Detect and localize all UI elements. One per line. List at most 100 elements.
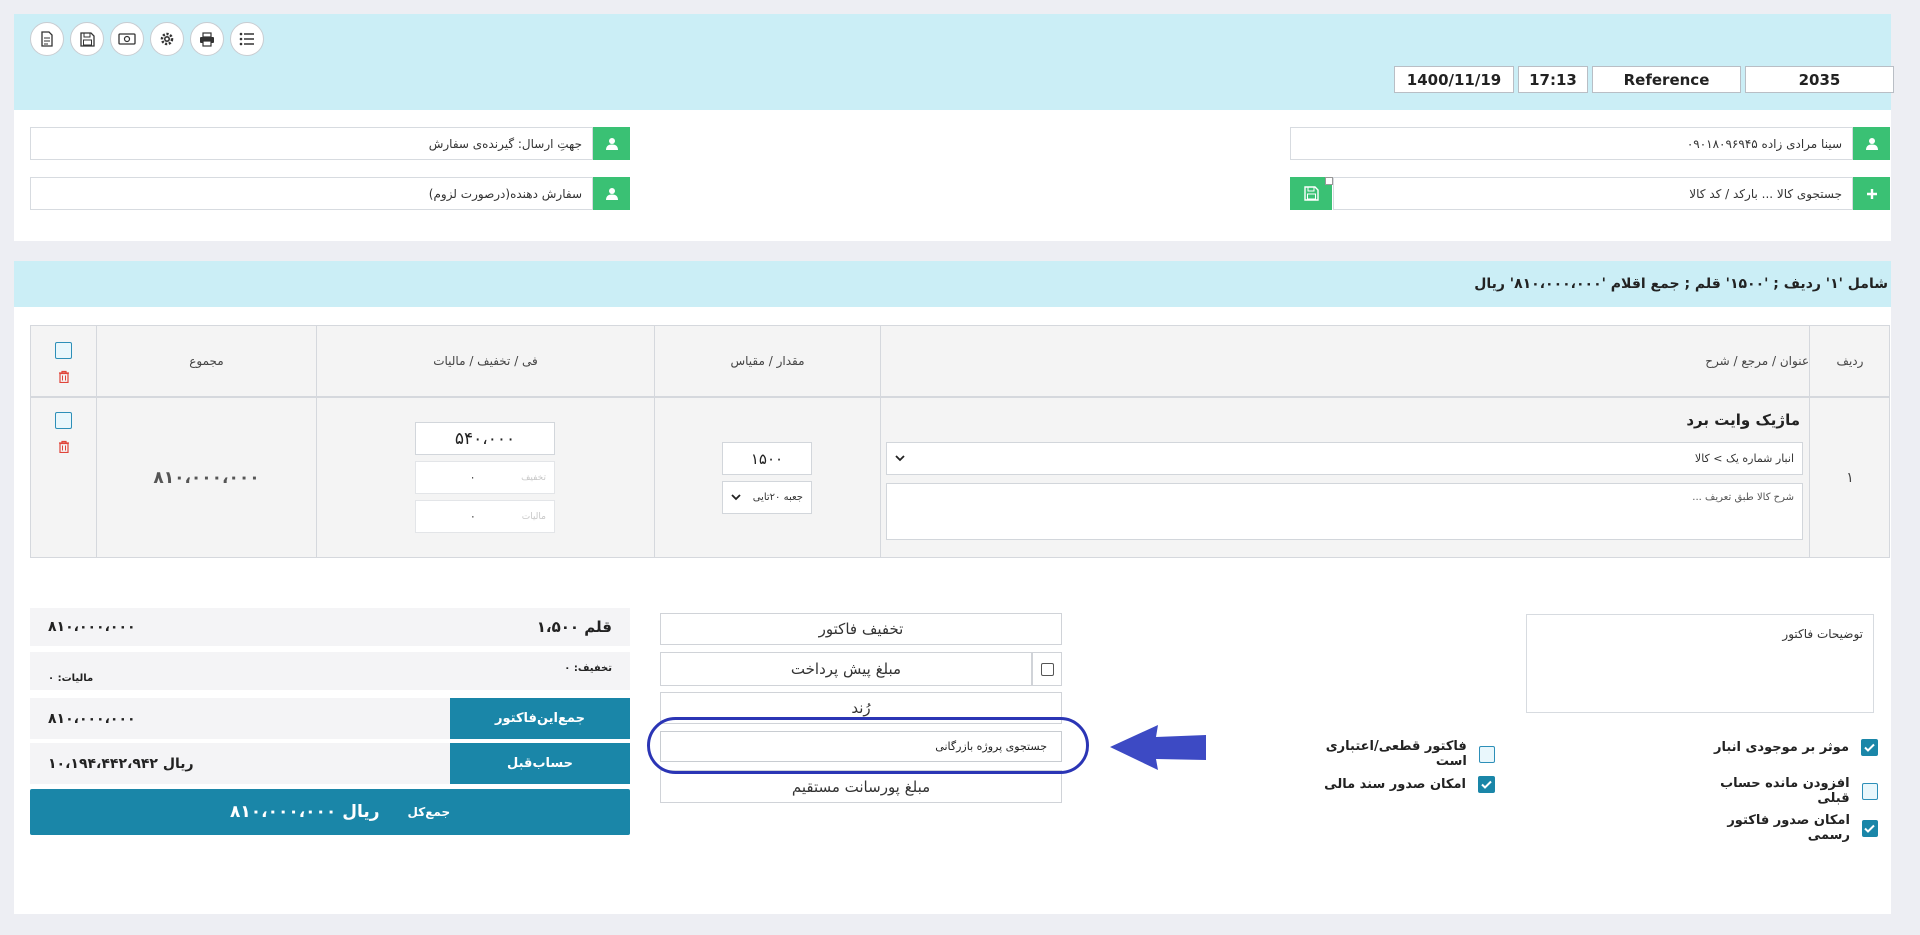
prepayment-checkbox[interactable]	[1040, 662, 1054, 676]
commission-button[interactable]: مبلغ پورسانت مستقیم	[660, 770, 1062, 803]
final-invoice-option[interactable]: فاکتور قطعی/اعتباری است	[1300, 739, 1495, 769]
financial-doc-checkbox[interactable]	[1478, 776, 1495, 793]
row-total: ۸۱۰،۰۰۰،۰۰۰	[153, 468, 260, 488]
tax-label: مالیات	[521, 511, 546, 522]
send-to-field[interactable]: جهتِ ارسال: گیرنده‌ی سفارش	[30, 127, 593, 160]
prev-account-label: حساب‌قبل	[450, 743, 630, 784]
header-total: مجموع	[189, 354, 224, 368]
prev-balance-checkbox[interactable]	[1861, 782, 1878, 800]
chevron-down-icon	[731, 494, 741, 501]
invoice-sum-value-row: ۸۱۰،۰۰۰،۰۰۰	[30, 698, 450, 739]
unit-select[interactable]: جعبه ۲۰تایی	[722, 481, 812, 514]
cash-button[interactable]	[110, 22, 144, 56]
money-icon	[118, 33, 136, 45]
check-icon	[1481, 780, 1492, 789]
header-price: فی / تخفیف / مالیات	[433, 354, 538, 368]
warehouse-select[interactable]: انبار شماره یک > کالا	[886, 442, 1803, 475]
row-checkbox[interactable]	[55, 412, 72, 429]
product-search-input[interactable]: جستجوی کالا ... بارکد / کد کالا	[1333, 177, 1853, 210]
invoice-number-field[interactable]: 2035	[1745, 66, 1894, 93]
grand-total-bar: ۸۱۰،۰۰۰،۰۰۰ ریال جمع‌کل	[30, 789, 630, 835]
inventory-option[interactable]: موثر بر موجودی انبار	[1690, 739, 1878, 756]
chevron-down-icon	[895, 455, 905, 462]
toolbar	[30, 22, 264, 56]
customer-name-field[interactable]: سینا مرادی زاده ۰۹۰۱۸۰۹۶۹۴۵	[1290, 127, 1853, 160]
reference-field[interactable]: Reference	[1592, 66, 1741, 93]
items-summary: شامل '۱' ردیف ; '۱۵۰۰' قلم ; جمع اقلام '…	[1474, 276, 1888, 292]
items-sum-value: ۸۱۰،۰۰۰،۰۰۰	[48, 619, 136, 635]
official-invoice-option[interactable]: امکان صدور فاکتور رسمی	[1690, 813, 1878, 843]
customer-select-button[interactable]	[1853, 127, 1890, 160]
date-field[interactable]: 1400/11/19	[1394, 66, 1514, 93]
header-band	[14, 14, 1891, 110]
prev-balance-option[interactable]: افزودن مانده حساب قبلی	[1690, 776, 1878, 806]
row-title: ماژیک وایت برد	[1686, 411, 1800, 429]
time-field[interactable]: 17:13	[1518, 66, 1588, 93]
settings-button[interactable]	[150, 22, 184, 56]
quantity-input[interactable]: ۱۵۰۰	[722, 442, 812, 475]
save-icon	[79, 31, 95, 47]
items-table: ردیف عنوان / مرجع / شرح مقدار / مقیاس فی…	[30, 325, 1890, 558]
prev-account-value-row: ۱۰،۱۹۴،۴۴۲،۹۴۲ ریال	[30, 743, 450, 784]
highlight-ellipse	[647, 717, 1089, 774]
discount-label: تخفیف	[521, 472, 546, 483]
unit-select-value: جعبه ۲۰تایی	[752, 492, 803, 503]
invoice-discount-button[interactable]: تخفیف فاکتور	[660, 613, 1062, 645]
items-count: ۱،۵۰۰ قلم	[536, 618, 612, 636]
discount-input[interactable]: ۰ تخفیف	[415, 461, 555, 494]
product-search-checkbox[interactable]	[1325, 177, 1333, 185]
official-invoice-label: امکان صدور فاکتور رسمی	[1727, 813, 1850, 843]
document-icon	[41, 31, 53, 47]
trash-icon[interactable]	[58, 370, 70, 383]
price-input[interactable]: ۵۴۰،۰۰۰	[415, 422, 555, 455]
inventory-checkbox[interactable]	[1861, 739, 1878, 756]
check-icon	[1864, 743, 1875, 752]
prepayment-toggle[interactable]	[1032, 652, 1062, 686]
prev-account-value: ۱۰،۱۹۴،۴۴۲،۹۴۲ ریال	[48, 755, 194, 772]
grand-total-label: جمع‌کل	[407, 805, 451, 819]
grand-total-value: ۸۱۰،۰۰۰،۰۰۰ ریال	[230, 802, 380, 822]
inventory-label: موثر بر موجودی انبار	[1713, 740, 1849, 755]
save-button[interactable]	[70, 22, 104, 56]
items-sum-row: ۸۱۰،۰۰۰،۰۰۰ ۱،۵۰۰ قلم	[30, 608, 630, 646]
select-all-checkbox[interactable]	[55, 342, 72, 359]
printer-icon	[200, 31, 214, 47]
invoice-sum-label: جمع‌این‌فاکتور	[450, 698, 630, 739]
user-icon	[1865, 137, 1878, 150]
gear-icon	[160, 32, 174, 46]
description-textarea[interactable]: شرح کالا طبق تعریف ...	[886, 483, 1803, 540]
discount-total: تخفیف: ۰	[564, 662, 612, 674]
trash-icon[interactable]	[58, 440, 70, 453]
header-title-text: عنوان / مرجع / شرح	[1705, 354, 1809, 368]
orderer-field[interactable]: سفارش دهنده(درصورت لزوم)	[30, 177, 593, 210]
orderer-select-button[interactable]	[593, 177, 630, 210]
discount-value: ۰	[469, 471, 476, 484]
user-icon	[605, 137, 618, 150]
header-quantity: مقدار / مقیاس	[730, 354, 805, 368]
arrow-left-icon	[1110, 725, 1206, 770]
invoice-notes-textarea[interactable]: توضیحات فاکتور	[1526, 614, 1874, 713]
send-to-select-button[interactable]	[593, 127, 630, 160]
plus-icon	[1866, 188, 1877, 199]
new-document-button[interactable]	[30, 22, 64, 56]
invoice-sum-value: ۸۱۰،۰۰۰،۰۰۰	[48, 710, 136, 727]
list-button[interactable]	[230, 22, 264, 56]
print-button[interactable]	[190, 22, 224, 56]
tax-total: مالیات: ۰	[48, 672, 94, 684]
financial-doc-option[interactable]: امکان صدور سند مالی	[1300, 776, 1495, 793]
prepayment-button[interactable]: مبلغ پیش پرداخت	[660, 652, 1032, 686]
tax-input[interactable]: ۰ مالیات	[415, 500, 555, 533]
discount-tax-row: مالیات: ۰ تخفیف: ۰	[30, 652, 630, 690]
add-product-button[interactable]	[1853, 177, 1890, 210]
official-invoice-checkbox[interactable]	[1861, 819, 1878, 837]
user-icon	[605, 187, 618, 200]
financial-doc-label: امکان صدور سند مالی	[1324, 777, 1466, 792]
row-index: ۱	[1846, 470, 1854, 486]
check-icon	[1864, 824, 1876, 833]
list-icon	[239, 32, 254, 46]
final-invoice-checkbox[interactable]	[1478, 745, 1495, 763]
header-row: ردیف	[1836, 354, 1864, 368]
save-icon	[1303, 186, 1319, 201]
tax-value: ۰	[469, 510, 476, 523]
prev-balance-label: افزودن مانده حساب قبلی	[1720, 776, 1850, 806]
